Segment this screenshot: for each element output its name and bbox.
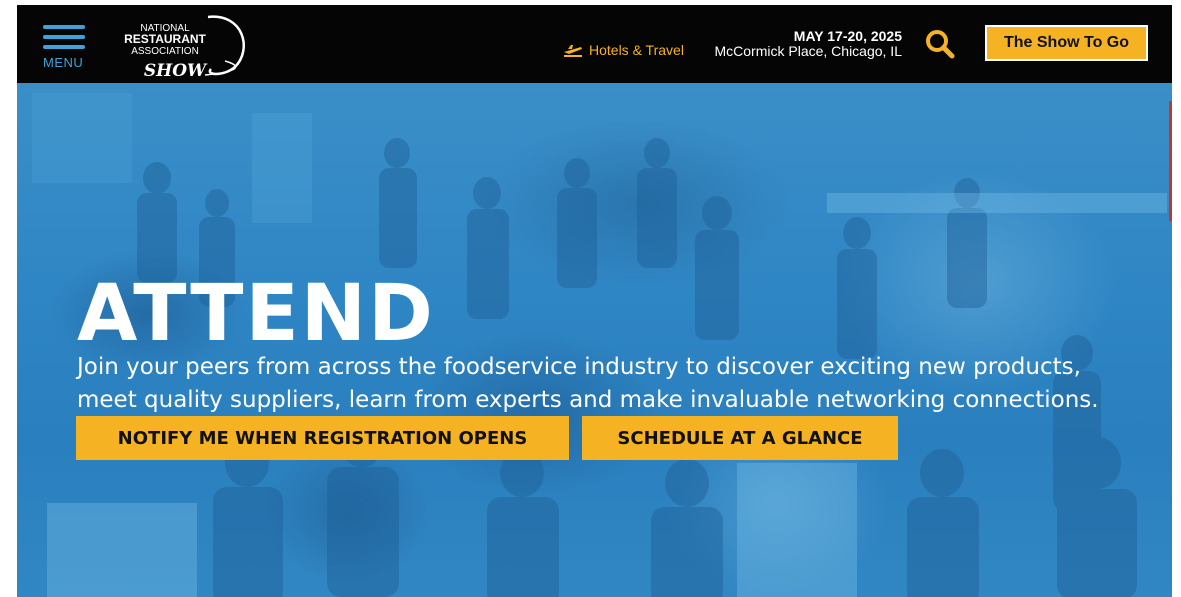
scrollbar-edge[interactable] xyxy=(1169,101,1172,221)
logo-line-4: SHOW xyxy=(144,61,208,81)
event-info: MAY 17-20, 2025 McCormick Place, Chicago… xyxy=(714,29,902,59)
event-venue: McCormick Place, Chicago, IL xyxy=(714,43,902,59)
logo-line-2: RESTAURANT xyxy=(124,32,206,46)
menu-button[interactable]: MENU xyxy=(43,25,91,75)
schedule-at-a-glance-button[interactable]: SCHEDULE AT A GLANCE xyxy=(582,416,898,460)
hotels-travel-link[interactable]: Hotels & Travel xyxy=(563,41,684,59)
hotels-travel-label: Hotels & Travel xyxy=(589,42,684,58)
event-date: MAY 17-20, 2025 xyxy=(793,28,902,44)
logo-swoosh-icon: NATIONAL RESTAURANT ASSOCIATION SHOW xyxy=(124,15,245,81)
show-to-go-button[interactable]: The Show To Go xyxy=(985,25,1148,61)
search-icon xyxy=(926,30,955,59)
browser-viewport: MENU NATIONAL RESTAURANT ASSOCIATION SHO… xyxy=(17,5,1172,597)
airplane-icon xyxy=(564,45,582,57)
hamburger-icon xyxy=(43,25,91,49)
page-title: ATTEND xyxy=(77,269,435,360)
hero-section: ATTEND Join your peers from across the f… xyxy=(17,83,1172,597)
logo-line-3: ASSOCIATION xyxy=(131,46,199,57)
site-header: MENU NATIONAL RESTAURANT ASSOCIATION SHO… xyxy=(17,5,1172,83)
search-button[interactable] xyxy=(922,27,958,63)
menu-label: MENU xyxy=(43,55,84,70)
site-logo[interactable]: NATIONAL RESTAURANT ASSOCIATION SHOW xyxy=(113,9,253,81)
hero-description: Join your peers from across the foodserv… xyxy=(77,354,1099,413)
notify-registration-button[interactable]: NOTIFY ME WHEN REGISTRATION OPENS xyxy=(76,416,569,460)
